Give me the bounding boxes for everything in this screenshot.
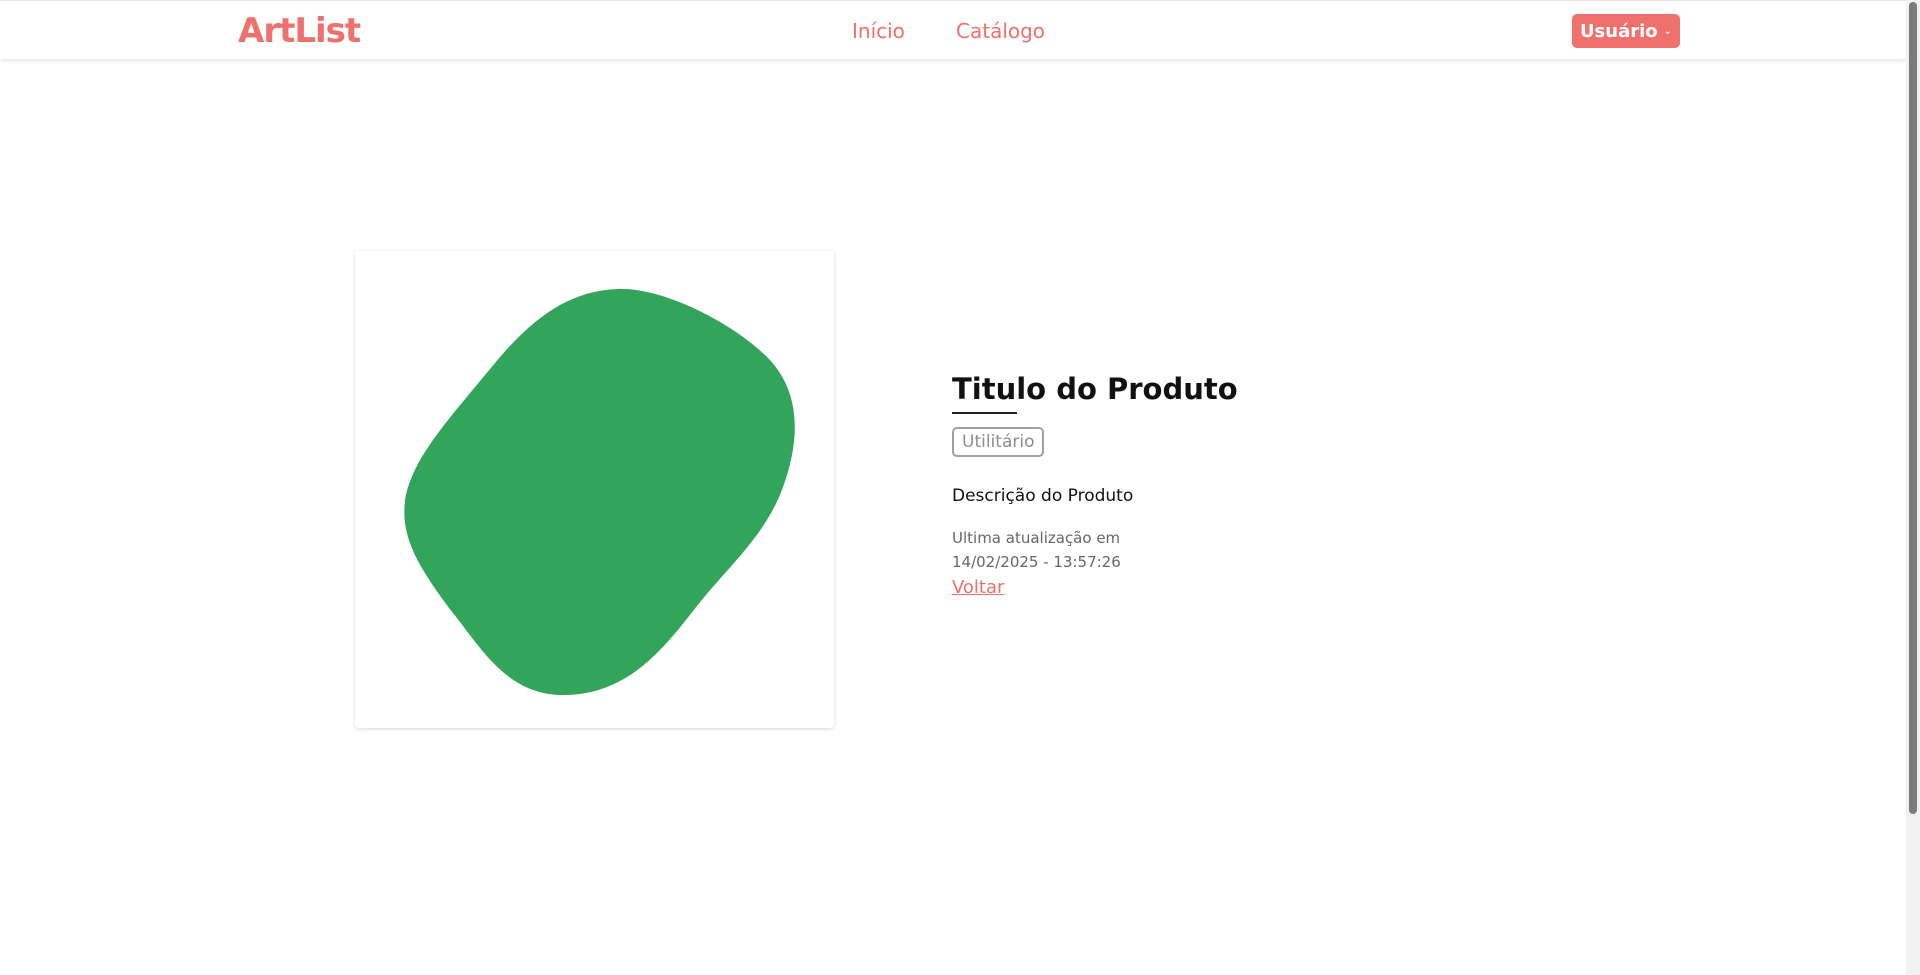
user-menu-button[interactable]: Usuário ⌄ <box>1572 14 1680 48</box>
nav-link-catalog[interactable]: Catálogo <box>956 19 1045 43</box>
product-info: Titulo do Produto Utilitário Descrição d… <box>952 372 1238 598</box>
product-blob-shape <box>404 288 795 696</box>
product-category-badge: Utilitário <box>952 427 1045 457</box>
user-menu-label: Usuário <box>1579 20 1658 42</box>
chevron-down-icon: ⌄ <box>1663 26 1673 37</box>
scrollbar-thumb[interactable] <box>1909 2 1917 814</box>
brand-logo[interactable]: ArtList <box>238 11 361 51</box>
page: ArtList Início Catálogo Usuário ⌄ Titulo… <box>0 0 1906 975</box>
vertical-scrollbar[interactable] <box>1906 0 1920 975</box>
nav-link-home[interactable]: Início <box>852 19 905 43</box>
product-title: Titulo do Produto <box>952 372 1238 406</box>
product-image <box>404 288 795 696</box>
product-image-card <box>355 251 834 728</box>
last-updated-label: Ultima atualização em <box>952 529 1121 547</box>
product-description: Descrição do Produto <box>952 486 1134 506</box>
last-updated-timestamp: 14/02/2025 - 13:57:26 <box>952 553 1121 571</box>
title-underline <box>952 412 1017 414</box>
back-link[interactable]: Voltar <box>952 577 1004 598</box>
navbar: ArtList Início Catálogo Usuário ⌄ <box>0 0 1906 59</box>
